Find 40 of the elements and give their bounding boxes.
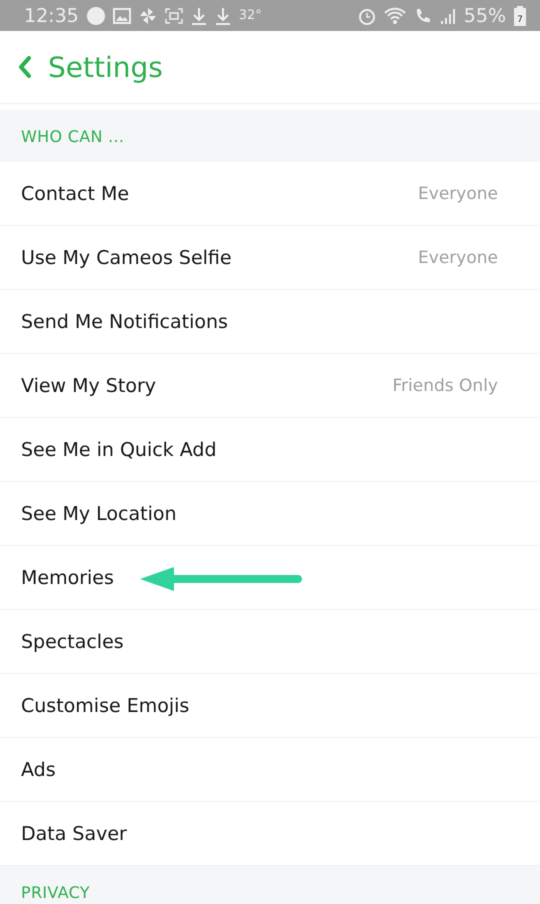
settings-row[interactable]: See Me in Quick Add <box>0 418 540 482</box>
row-label: Customise Emojis <box>21 694 190 716</box>
row-label: Send Me Notifications <box>21 310 229 332</box>
download-icon <box>214 6 231 24</box>
section-title: PRIVACY <box>21 882 90 902</box>
row-label: Use My Cameos Selfie <box>21 246 233 268</box>
row-label: Data Saver <box>21 822 128 844</box>
screen-record-icon <box>164 8 183 24</box>
clock: 12:35 <box>24 4 79 26</box>
settings-row[interactable]: Contact Me Everyone <box>0 162 540 226</box>
battery-percentage: 55% <box>464 4 506 26</box>
row-value: Everyone <box>418 184 498 204</box>
signal-icon <box>440 8 456 24</box>
image-icon <box>112 8 131 24</box>
row-label: See My Location <box>21 502 178 524</box>
row-value: Everyone <box>418 248 498 268</box>
settings-row[interactable]: Send Me Notifications <box>0 290 540 354</box>
page-title: Settings <box>48 50 163 84</box>
section-title: WHO CAN ... <box>21 126 124 146</box>
row-label: Contact Me <box>21 182 130 204</box>
row-label: See Me in Quick Add <box>21 438 218 460</box>
settings-row[interactable]: Memories <box>0 546 540 610</box>
battery-icon: 7 <box>514 6 526 26</box>
download-icon <box>190 6 207 24</box>
row-label: View My Story <box>21 374 157 396</box>
wifi-icon <box>384 6 406 24</box>
pinwheel-icon <box>138 6 157 24</box>
row-value: Friends Only <box>392 376 498 396</box>
settings-row[interactable]: See My Location <box>0 482 540 546</box>
back-icon[interactable] <box>18 56 32 78</box>
alarm-icon <box>358 6 376 24</box>
settings-row[interactable]: Ads <box>0 738 540 802</box>
temperature: 32° <box>238 8 262 23</box>
row-label: Ads <box>21 758 57 780</box>
settings-row[interactable]: Customise Emojis <box>0 674 540 738</box>
settings-row[interactable]: View My Story Friends Only <box>0 354 540 418</box>
settings-row[interactable]: Use My Cameos Selfie Everyone <box>0 226 540 290</box>
row-label: Memories <box>21 566 115 588</box>
settings-row[interactable]: Spectacles <box>0 610 540 674</box>
row-label: Spectacles <box>21 630 125 652</box>
